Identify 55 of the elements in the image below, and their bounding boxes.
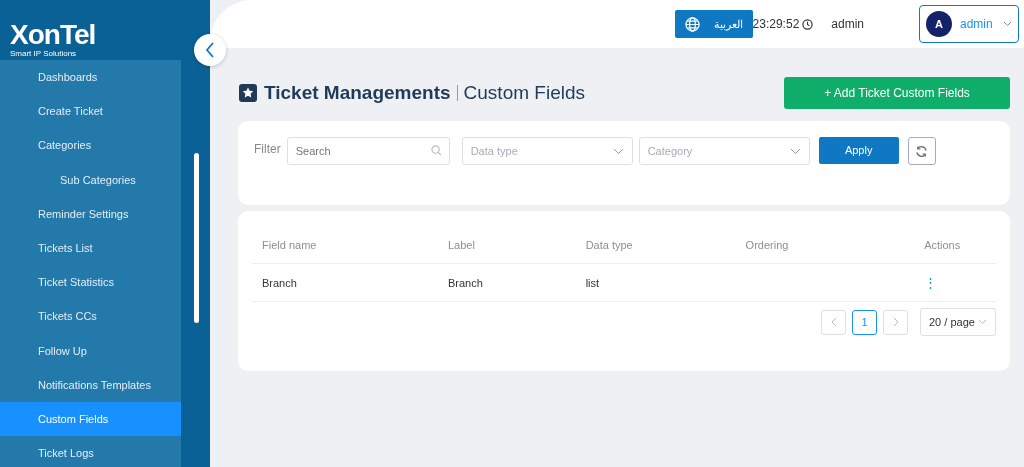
previous-page-button[interactable] xyxy=(821,309,846,335)
actions-menu-button[interactable]: ⋮ xyxy=(924,272,938,293)
column-header: Field name xyxy=(262,239,317,251)
refresh-button[interactable] xyxy=(907,137,936,165)
chevron-right-icon xyxy=(892,317,899,327)
data-type-select[interactable]: Data type xyxy=(461,137,633,165)
globe-icon xyxy=(684,16,700,32)
chevron-down-icon xyxy=(789,147,801,155)
search-icon xyxy=(430,145,442,156)
sidebar-item[interactable]: Ticket Logs xyxy=(0,436,181,467)
chevron-left-icon xyxy=(205,42,215,58)
sidebar-item[interactable]: Tickets List xyxy=(0,230,181,266)
clock-time: 23:29:52 xyxy=(752,16,800,33)
logo-wordmark: XonTel xyxy=(10,22,97,48)
sidebar-item[interactable]: Categories xyxy=(0,128,181,163)
user-menu[interactable]: A admin xyxy=(919,5,1019,43)
sidebar-item[interactable]: Notifications Templates xyxy=(0,367,181,402)
filter-label: Filter xyxy=(254,141,281,158)
chevron-down-icon xyxy=(978,319,987,325)
chevron-down-icon xyxy=(612,147,624,155)
search-field[interactable]: Search xyxy=(286,137,450,165)
sidebar-item[interactable]: Follow Up xyxy=(0,333,181,368)
refresh-icon xyxy=(915,144,929,158)
username-text: admin xyxy=(831,16,864,33)
avatar: A xyxy=(926,11,952,37)
page-title: Ticket Managements xyxy=(264,80,451,105)
table-cell: list xyxy=(585,276,600,289)
sidebar-item[interactable]: Create Ticket xyxy=(0,94,181,129)
clock-icon xyxy=(802,18,814,30)
sidebar-item[interactable]: Ticket Statistics xyxy=(0,265,181,300)
scrollbar-thumb[interactable] xyxy=(194,153,199,323)
logo-tagline: Smart IP Solutions xyxy=(10,48,78,60)
sidebar-item[interactable]: Dashboards xyxy=(0,60,181,95)
next-page-button[interactable] xyxy=(883,309,908,335)
page-subtitle: Custom Fields xyxy=(463,80,585,105)
star-ticket-icon xyxy=(238,83,258,103)
sidebar-item[interactable]: Sub Categories xyxy=(0,162,181,197)
apply-button[interactable]: Apply xyxy=(818,137,899,164)
page-size-select[interactable]: 20 / page xyxy=(920,308,996,336)
add-custom-field-button[interactable]: + Add Ticket Custom Fields xyxy=(784,77,1010,109)
column-header: Data type xyxy=(585,239,633,251)
sidebar-item[interactable]: Tickets CCs xyxy=(0,299,181,334)
language-button[interactable]: العربية xyxy=(674,10,753,38)
page-button[interactable]: 1 xyxy=(852,309,877,335)
user-name: admin xyxy=(960,16,994,33)
column-header: Label xyxy=(448,239,475,251)
table-cell: Branch xyxy=(448,276,483,289)
chevron-left-icon xyxy=(830,317,837,327)
sidebar-item[interactable]: Reminder Settings xyxy=(0,196,181,231)
table-cell: Branch xyxy=(262,276,297,289)
chevron-down-icon xyxy=(1003,21,1012,27)
sidebar-item[interactable]: Custom Fields xyxy=(0,401,181,437)
column-header: Actions xyxy=(924,239,961,251)
column-header: Ordering xyxy=(745,239,789,251)
category-select[interactable]: Category xyxy=(638,137,810,165)
